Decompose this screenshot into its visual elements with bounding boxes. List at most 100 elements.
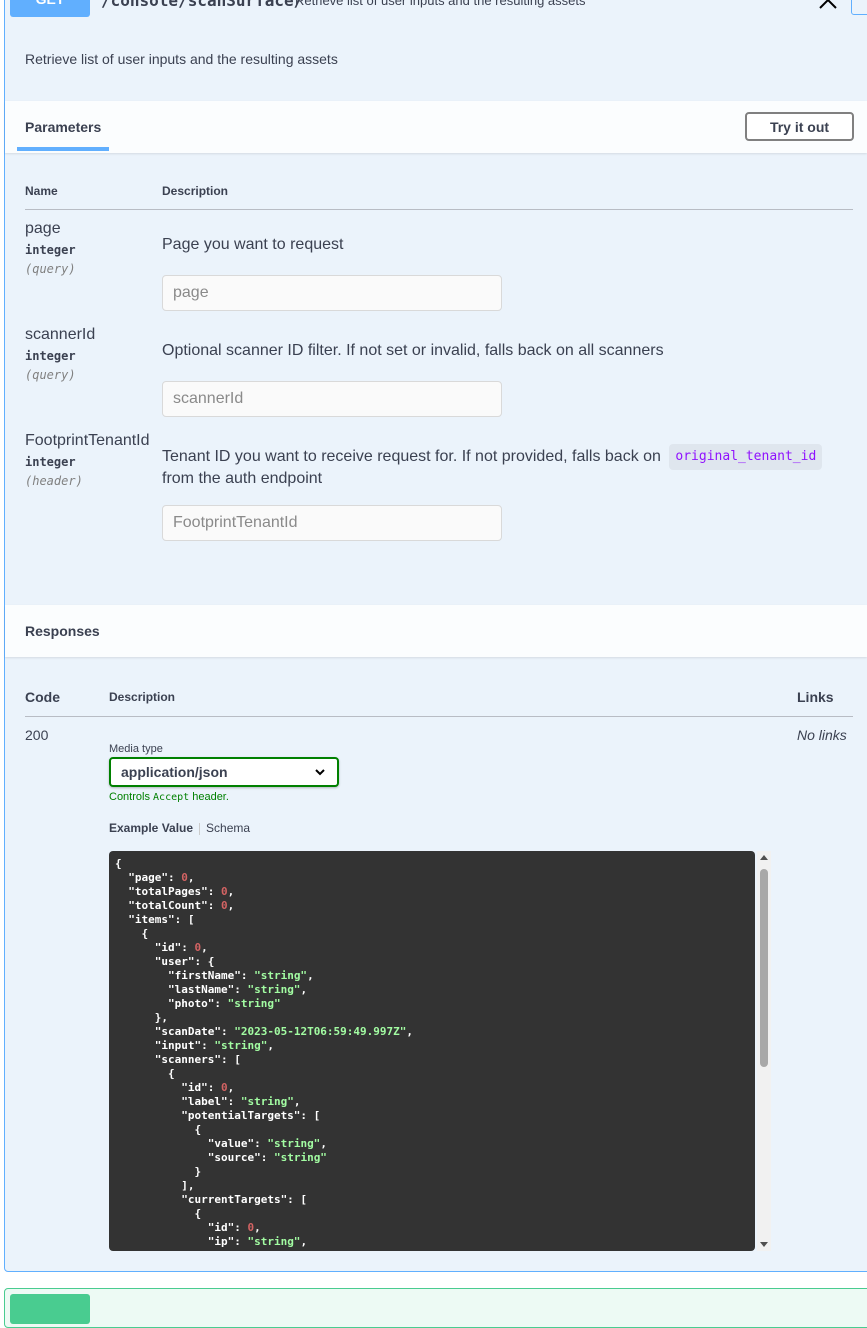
operation-description: Retrieve list of user inputs and the res…: [25, 51, 338, 67]
code-token: "firstName":: [115, 969, 255, 982]
example-json: { "page": 0, "totalPages": 0, "totalCoun…: [109, 851, 755, 1251]
code-token: "ip":: [115, 1235, 248, 1248]
method-badge: GET: [10, 0, 90, 17]
code-token: "scanners": [: [115, 1053, 241, 1066]
code-token: 0: [220, 1081, 228, 1094]
code-token: "string": [273, 1151, 327, 1164]
tab-separator: [199, 822, 201, 835]
param-type: integer: [25, 349, 76, 363]
param-name: FootprintTenantId: [25, 432, 150, 449]
next-operation-block[interactable]: [4, 1288, 867, 1328]
code-token: ,: [267, 1039, 274, 1052]
param-col-description: Description: [162, 184, 229, 198]
code-token: {: [115, 927, 149, 940]
get-operation-block: GET /console/scanSurface/ Retrieve list …: [4, 0, 867, 1272]
media-type-label: Media type: [109, 743, 163, 755]
code-token: 0: [220, 899, 228, 912]
code-token: "items": [: [115, 913, 195, 926]
code-token: "source":: [115, 1151, 274, 1164]
code-token: ,: [227, 1081, 235, 1094]
code-token: {: [115, 1207, 202, 1220]
parameters-tab[interactable]: Parameters: [25, 119, 101, 135]
response-header-divider: [25, 716, 853, 717]
parameters-tab-underline: [17, 147, 109, 151]
example-value-tab[interactable]: Example Value: [109, 821, 193, 835]
scroll-down-icon[interactable]: [759, 1241, 769, 1249]
controls-prefix: Controls: [109, 791, 150, 803]
param-name: page: [25, 220, 61, 237]
code-token: "string": [254, 969, 308, 982]
code-token: "input":: [115, 1039, 215, 1052]
param-description: Page you want to request: [162, 236, 344, 253]
code-token: "string": [247, 1235, 301, 1248]
param-type: integer: [25, 243, 76, 257]
parameters-header: Parameters Try it out: [5, 101, 867, 153]
code-token: "lastName":: [115, 983, 248, 996]
code-token: "photo":: [115, 997, 228, 1010]
next-method-badge: [10, 1294, 90, 1324]
example-value-code[interactable]: { "page": 0, "totalPages": 0, "totalCoun…: [109, 851, 755, 1251]
code-token: ,: [300, 983, 308, 996]
footprint-tenant-id-input[interactable]: [162, 505, 502, 541]
response-code: 200: [25, 727, 49, 743]
response-col-description: Description: [109, 690, 176, 704]
code-token: {: [115, 1123, 202, 1136]
code-token: "value":: [115, 1137, 268, 1150]
code-scrollbar[interactable]: [757, 851, 771, 1251]
try-it-out-button[interactable]: Try it out: [745, 112, 854, 141]
param-description-text: from the auth endpoint: [162, 470, 323, 487]
param-header-divider: [25, 209, 853, 210]
code-token: "id":: [115, 1221, 248, 1234]
code-token: ,: [187, 871, 195, 884]
code-token: ,: [320, 1137, 327, 1150]
responses-title: Responses: [25, 623, 100, 639]
code-token: "page":: [115, 871, 182, 884]
code-token: "id":: [115, 1081, 221, 1094]
param-description-text: Tenant ID you want to receive request fo…: [162, 448, 661, 466]
schema-tab[interactable]: Schema: [206, 821, 250, 835]
responses-header: Responses: [5, 605, 867, 657]
param-location: (header): [25, 474, 83, 488]
param-location: (query): [25, 368, 76, 382]
param-description: Optional scanner ID filter. If not set o…: [162, 342, 664, 359]
scroll-up-icon[interactable]: [759, 853, 769, 861]
code-token: "id":: [115, 941, 195, 954]
code-token: ,: [227, 885, 235, 898]
param-location: (query): [25, 262, 76, 276]
controls-suffix: header.: [192, 791, 229, 803]
media-type-select[interactable]: application/json: [109, 757, 339, 787]
code-token: "string": [227, 997, 281, 1010]
scanner-id-input[interactable]: [162, 381, 502, 417]
scroll-thumb[interactable]: [760, 869, 768, 1067]
inline-code: original_tenant_id: [669, 444, 823, 470]
code-token: "string": [267, 1137, 321, 1150]
code-token: ,: [227, 899, 235, 912]
example-tabs: Example Value Schema: [109, 821, 250, 835]
operation-summary[interactable]: GET /console/scanSurface/ Retrieve list …: [5, 0, 867, 21]
param-name: scannerId: [25, 326, 96, 343]
response-col-links: Links: [797, 689, 834, 705]
code-token: "totalPages":: [115, 885, 221, 898]
param-col-name: Name: [25, 184, 58, 198]
code-token: },: [115, 1011, 168, 1024]
param-type: integer: [25, 455, 76, 469]
code-token: ,: [293, 1095, 301, 1108]
code-token: "potentialTargets": [: [115, 1109, 321, 1122]
code-token: "string": [247, 983, 301, 996]
controls-code: Accept: [153, 792, 190, 803]
copy-to-clipboard-button[interactable]: [851, 0, 867, 15]
operation-summary-text: Retrieve list of user inputs and the res…: [295, 0, 586, 8]
code-token: "string": [214, 1039, 268, 1052]
close-icon[interactable]: [817, 0, 839, 11]
code-token: ,: [406, 1025, 414, 1038]
code-token: "2023-05-12T06:59:49.997Z": [234, 1025, 407, 1038]
code-token: {: [115, 857, 122, 870]
page-input[interactable]: [162, 275, 502, 311]
no-links-text: No links: [797, 727, 847, 743]
response-col-code: Code: [25, 689, 60, 705]
code-token: 0: [181, 871, 188, 884]
code-token: "scanDate":: [115, 1025, 235, 1038]
code-token: "totalCount":: [115, 899, 221, 912]
code-token: "user": {: [115, 955, 215, 968]
code-token: "label":: [115, 1095, 241, 1108]
